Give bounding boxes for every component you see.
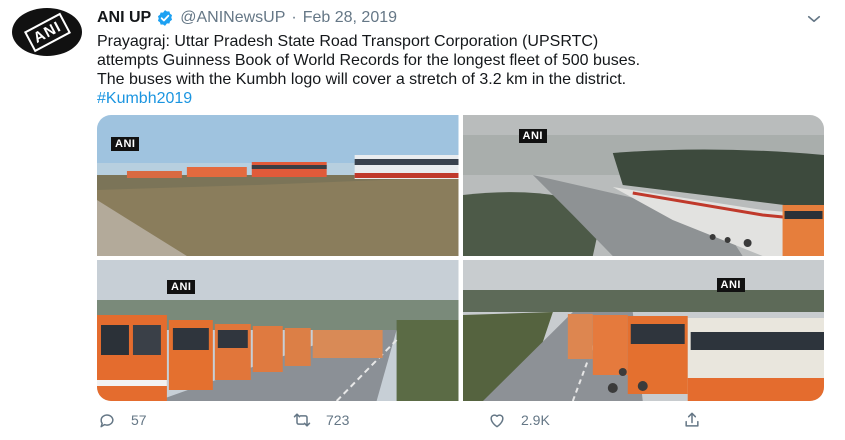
retweet-count: 723 xyxy=(326,412,350,428)
tweet-actions: 57 723 2.9K xyxy=(97,410,824,434)
tweet-date[interactable]: Feb 28, 2019 xyxy=(303,9,397,27)
photo-4-image xyxy=(462,260,824,401)
ani-watermark-4: ANI xyxy=(716,278,745,292)
share-icon xyxy=(685,412,699,427)
like-button[interactable]: 2.9K xyxy=(487,410,550,430)
ani-watermark-2: ANI xyxy=(518,129,547,143)
photo-4[interactable]: ANI xyxy=(462,260,824,401)
separator-dot: · xyxy=(291,9,297,26)
retweet-button[interactable]: 723 xyxy=(292,410,349,430)
tweet-text-line-2: attempts Guinness Book of World Records … xyxy=(97,52,641,69)
heart-icon xyxy=(490,414,504,428)
account-name[interactable]: ANI UP xyxy=(97,9,151,27)
media-grid: ANI ANI ANI ANI xyxy=(97,115,824,401)
photo-3-image xyxy=(97,260,459,401)
photo-1-image xyxy=(97,115,459,256)
tweet-header: ANI UP @ANINewsUP · Feb 28, 2019 xyxy=(97,9,397,27)
hashtag-link[interactable]: #Kumbh2019 xyxy=(97,89,837,108)
photo-2-image xyxy=(462,115,824,256)
ani-watermark-3: ANI xyxy=(167,280,196,294)
account-handle[interactable]: @ANINewsUP xyxy=(180,9,285,27)
avatar[interactable]: ANI xyxy=(12,8,82,56)
retweet-icon xyxy=(293,413,311,427)
tweet-text-line-1: Prayagraj: Uttar Pradesh State Road Tran… xyxy=(97,33,599,50)
reply-icon xyxy=(100,414,114,428)
tweet-text: Prayagraj: Uttar Pradesh State Road Tran… xyxy=(97,32,837,108)
verified-badge-icon xyxy=(158,10,173,26)
photo-3[interactable]: ANI xyxy=(97,260,459,401)
chevron-down-icon[interactable] xyxy=(805,10,823,28)
share-button[interactable] xyxy=(682,410,716,430)
avatar-logo: ANI xyxy=(23,12,71,52)
photo-1[interactable]: ANI xyxy=(97,115,459,256)
reply-count: 57 xyxy=(131,412,147,428)
like-count: 2.9K xyxy=(521,412,550,428)
photo-2[interactable]: ANI xyxy=(462,115,824,256)
tweet-text-line-3: The buses with the Kumbh logo will cover… xyxy=(97,71,627,88)
ani-watermark-1: ANI xyxy=(111,137,140,151)
reply-button[interactable]: 57 xyxy=(97,410,147,430)
